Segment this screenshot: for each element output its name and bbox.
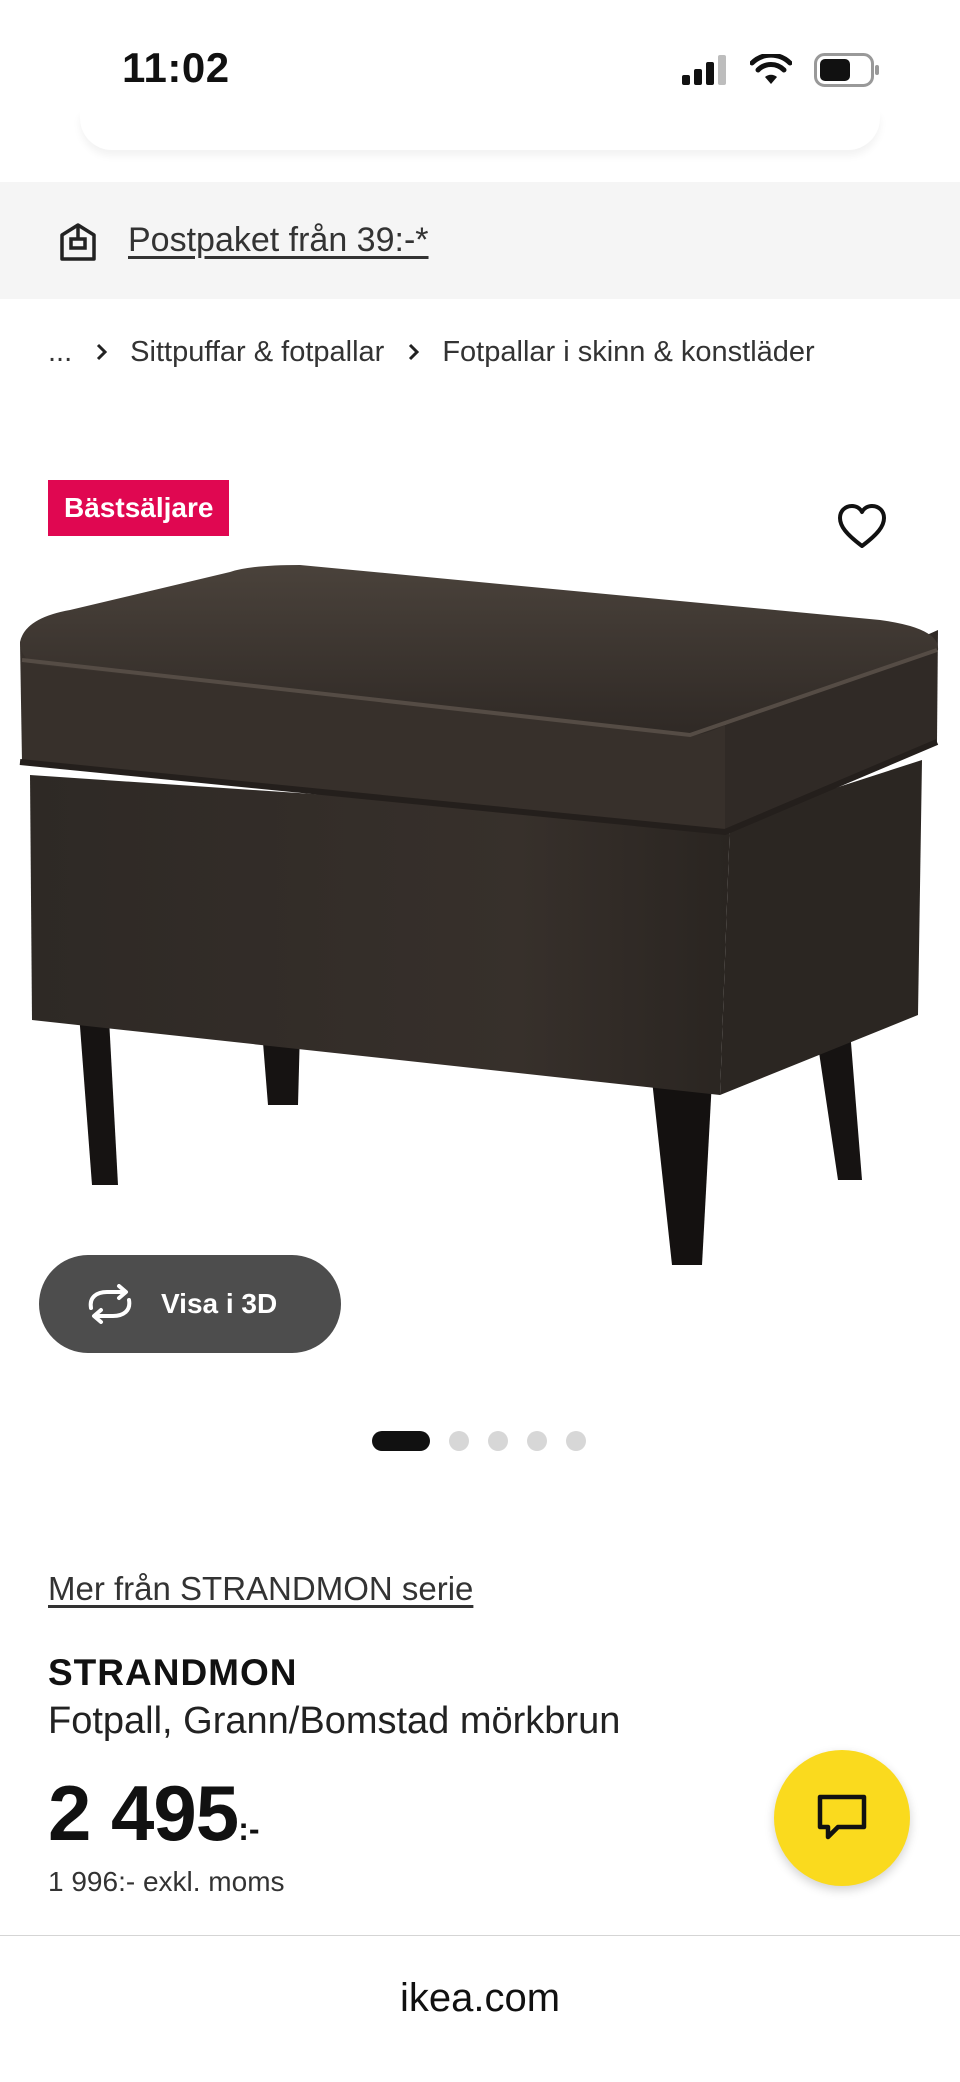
view-3d-button[interactable]: Visa i 3D bbox=[39, 1255, 341, 1353]
carousel-dot[interactable] bbox=[449, 1431, 469, 1451]
rotate-3d-icon bbox=[88, 1284, 132, 1324]
carousel-dot-active[interactable] bbox=[372, 1431, 430, 1451]
browser-url-bar[interactable]: ikea.com bbox=[0, 1935, 960, 2082]
view-3d-label: Visa i 3D bbox=[161, 1288, 278, 1319]
carousel-dot[interactable] bbox=[566, 1431, 586, 1451]
price-suffix: :- bbox=[238, 1811, 260, 1847]
status-time: 11:02 bbox=[122, 44, 230, 91]
breadcrumb-item-puffs[interactable]: Sittpuffar & fotpallar bbox=[130, 336, 384, 369]
series-link[interactable]: Mer från STRANDMON serie bbox=[48, 1570, 473, 1608]
bestseller-badge: Bästsäljare bbox=[48, 480, 230, 536]
product-name: STRANDMON bbox=[48, 1652, 298, 1693]
price-excl-vat: 1 996:- exkl. moms bbox=[48, 1866, 285, 1897]
product-description: Fotpall, Grann/Bomstad mörkbrun bbox=[48, 1700, 621, 1742]
carousel-dots bbox=[372, 1430, 586, 1452]
wifi-icon bbox=[750, 54, 792, 84]
product-price: 2 495 :- bbox=[48, 1768, 260, 1859]
promo-link[interactable]: Postpaket från 39:-* bbox=[128, 221, 429, 260]
heart-icon[interactable] bbox=[836, 502, 888, 554]
status-icons bbox=[682, 50, 880, 90]
carousel-dot[interactable] bbox=[527, 1431, 547, 1451]
carousel-dot[interactable] bbox=[488, 1431, 508, 1451]
chevron-right-icon bbox=[408, 343, 420, 361]
breadcrumb-item-ellipsis[interactable]: ... bbox=[48, 336, 72, 369]
url-text[interactable]: ikea.com bbox=[0, 1976, 960, 2021]
chat-button[interactable] bbox=[774, 1750, 910, 1886]
promo-banner[interactable]: Postpaket från 39:-* bbox=[0, 182, 960, 299]
parcel-icon bbox=[60, 222, 96, 261]
breadcrumb: ... Sittpuffar & fotpallar Fotpallar i s… bbox=[48, 330, 815, 374]
battery-icon bbox=[814, 53, 879, 87]
chat-icon bbox=[817, 1794, 867, 1840]
price-amount: 2 495 bbox=[48, 1769, 239, 1857]
chevron-right-icon bbox=[96, 343, 108, 361]
signal-icon bbox=[682, 55, 726, 85]
search-bar-edge bbox=[80, 110, 880, 150]
breadcrumb-item-leather-footstools[interactable]: Fotpallar i skinn & konstläder bbox=[442, 336, 814, 369]
product-image[interactable] bbox=[0, 560, 960, 1280]
